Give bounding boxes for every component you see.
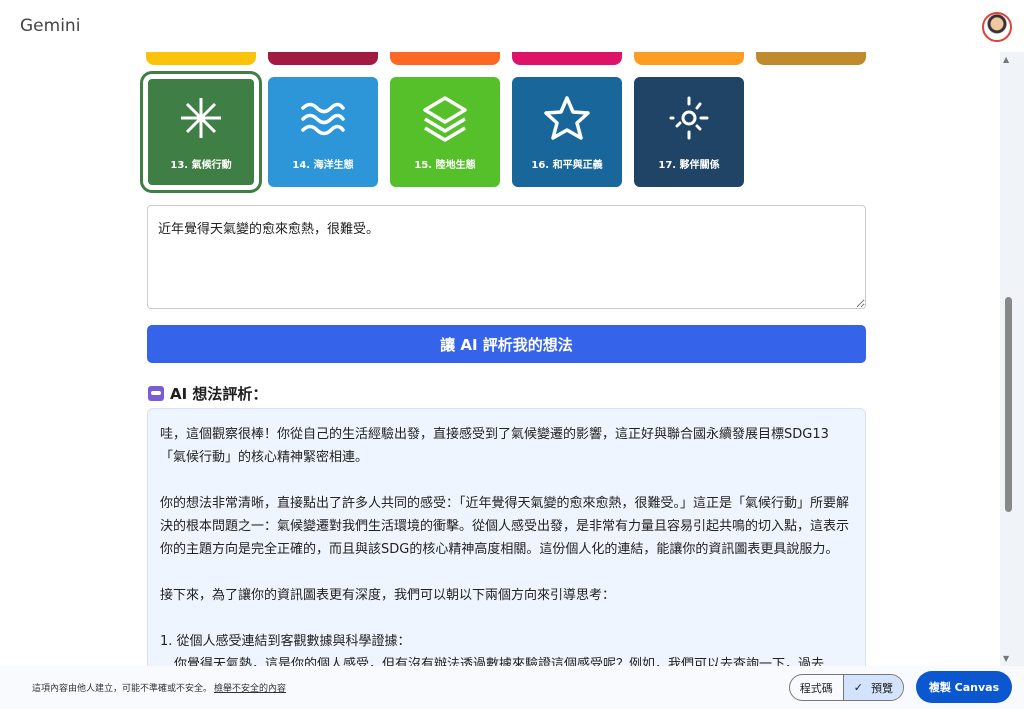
layers-icon — [423, 95, 467, 142]
sdg-tiles-row: 13. 氣候行動 14. 海洋生態 15. 陸地生態 16. 和平與正義 17.… — [140, 71, 744, 193]
tile-label: 16. 和平與正義 — [531, 159, 603, 171]
result-item-text: 你覺得天氣熱，這是你的個人感受，但有沒有辦法透過數據來驗證這個感受呢？例如，我們… — [174, 657, 825, 666]
sdg-tile-partial[interactable] — [512, 52, 622, 65]
preview-tab-label: 預覽 — [871, 681, 893, 695]
avatar[interactable] — [982, 12, 1012, 42]
copy-canvas-button[interactable]: 複製 Canvas — [916, 671, 1012, 703]
analyze-button[interactable]: 讓 AI 評析我的想法 — [147, 325, 866, 363]
sdg-tile-partial[interactable] — [634, 52, 744, 65]
scrollbar-thumb[interactable] — [1005, 297, 1012, 512]
preview-tab[interactable]: ✓ 預覽 — [842, 675, 903, 700]
code-tab[interactable]: 程式碼 — [790, 675, 843, 700]
check-icon: ✓ — [853, 681, 863, 694]
result-paragraph: 接下來，為了讓你的資訊圖表更有深度，我們可以朝以下兩個方向來引導思考： — [160, 588, 616, 603]
app-header: Gemini — [0, 0, 1024, 52]
sdg-tile-partial[interactable] — [756, 52, 866, 65]
view-toggle: 程式碼 ✓ 預覽 — [788, 674, 904, 701]
tile-label: 15. 陸地生態 — [414, 159, 476, 171]
app-title: Gemini — [20, 16, 81, 36]
robot-icon — [148, 386, 164, 401]
result-paragraph: 哇，這個觀察很棒！你從自己的生活經驗出發，直接感受到了氣候變遷的影響，這正好與聯… — [160, 427, 829, 465]
sdg-tile-partial[interactable] — [390, 52, 500, 65]
result-item-title: 1. 從個人感受連結到客觀數據與科學證據： — [160, 634, 411, 649]
sdg-tile-15[interactable]: 15. 陸地生態 — [390, 77, 500, 187]
sparkle-icon — [181, 97, 221, 138]
waves-icon — [301, 102, 345, 135]
tile-label: 17. 夥伴關係 — [658, 159, 720, 171]
tile-label: 13. 氣候行動 — [170, 159, 232, 171]
scroll-down-icon[interactable]: ▼ — [1003, 654, 1009, 663]
sdg-tile-14[interactable]: 14. 海洋生態 — [268, 77, 378, 187]
sdg-tile-partial[interactable] — [268, 52, 378, 65]
thought-input[interactable] — [147, 205, 866, 309]
report-link[interactable]: 檢舉不安全的內容 — [214, 681, 286, 694]
result-box: 哇，這個觀察很棒！你從自己的生活經驗出發，直接感受到了氣候變遷的影響，這正好與聯… — [147, 408, 866, 666]
scrollbar[interactable]: ▲ ▼ — [1000, 52, 1024, 666]
tile-label: 14. 海洋生態 — [292, 159, 354, 171]
result-heading: AI 想法評析： — [148, 383, 267, 404]
sdg-tiles-row-partial — [146, 52, 866, 65]
scroll-up-icon[interactable]: ▲ — [1003, 55, 1009, 64]
sun-icon — [669, 96, 709, 139]
sdg-tile-17[interactable]: 17. 夥伴關係 — [634, 77, 744, 187]
sdg-tile-13[interactable]: 13. 氣候行動 — [140, 71, 262, 193]
result-heading-text: AI 想法評析： — [170, 385, 268, 403]
disclaimer-text: 這項內容由他人建立，可能不準確或不安全。 — [32, 684, 213, 694]
star-icon — [544, 95, 590, 140]
canvas-preview: 13. 氣候行動 14. 海洋生態 15. 陸地生態 16. 和平與正義 17.… — [0, 52, 1000, 666]
sdg-tile-16[interactable]: 16. 和平與正義 — [512, 77, 622, 187]
result-paragraph: 你的想法非常清晰，直接點出了許多人共同的感受：「近年覺得天氣變的愈來愈熱，很難受… — [160, 496, 850, 557]
sdg-tile-partial[interactable] — [146, 52, 256, 65]
